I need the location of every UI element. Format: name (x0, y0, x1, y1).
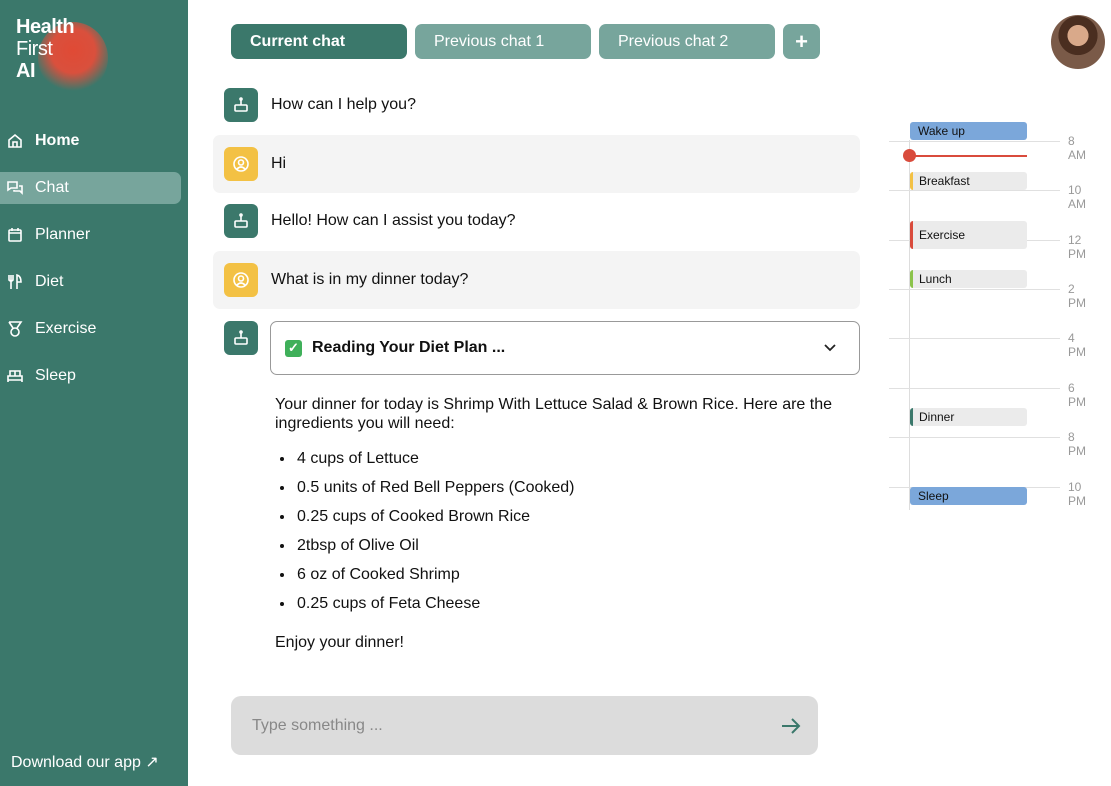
current-time-dot (903, 149, 916, 162)
logo-line-2: First (16, 38, 53, 60)
schedule-event-breakfast[interactable]: Breakfast (910, 172, 1027, 190)
sidebar-item-label: Sleep (35, 367, 76, 384)
list-item: 2tbsp of Olive Oil (295, 536, 835, 555)
chat-tabs: Current chat Previous chat 1 Previous ch… (231, 24, 820, 59)
current-time-line (910, 155, 1027, 157)
schedule-event-exercise[interactable]: Exercise (910, 221, 1027, 249)
bot-message: How can I help you? (213, 88, 860, 122)
bot-icon (224, 88, 258, 122)
answer-outro: Enjoy your dinner! (275, 634, 404, 651)
medal-icon (8, 321, 23, 337)
schedule-event-sleep[interactable]: Sleep (910, 487, 1027, 505)
timeline-axis (909, 140, 910, 510)
sidebar-item-diet[interactable]: Diet (0, 266, 181, 298)
chat-icon (7, 181, 23, 195)
hour-gridline (889, 141, 1060, 142)
hour-label: 12 PM (1068, 233, 1086, 261)
list-item: 0.25 cups of Feta Cheese (295, 594, 835, 613)
message-text: What is in my dinner today? (271, 271, 469, 288)
chevron-down-icon (824, 344, 836, 352)
send-arrow-icon[interactable] (780, 715, 802, 737)
tab-previous-chat-2[interactable]: Previous chat 2 (599, 24, 775, 59)
logo-line-3: AI (16, 60, 36, 82)
hour-label: 4 PM (1068, 331, 1086, 359)
hour-gridline (889, 388, 1060, 389)
logo-line-1: Health (16, 16, 75, 38)
tab-current-chat[interactable]: Current chat (231, 24, 407, 59)
schedule-event-dinner[interactable]: Dinner (910, 408, 1027, 426)
hour-gridline (889, 437, 1060, 438)
tool-status-dropdown[interactable]: ✓ Reading Your Diet Plan ... (270, 321, 860, 375)
user-message: What is in my dinner today? (213, 251, 860, 309)
utensils-icon (8, 274, 22, 289)
download-app-link[interactable]: Download our app ↗ (11, 752, 159, 772)
message-text: Hello! How can I assist you today? (271, 212, 516, 229)
bot-icon (224, 204, 258, 238)
bot-message: Hello! How can I assist you today? (213, 204, 860, 238)
bot-answer: Your dinner for today is Shrimp With Let… (275, 395, 835, 652)
sidebar-item-label: Exercise (35, 320, 97, 337)
bed-icon (7, 370, 23, 382)
user-icon (224, 147, 258, 181)
new-chat-button[interactable]: + (783, 24, 820, 59)
user-avatar[interactable] (1051, 15, 1105, 69)
tool-status-text: Reading Your Diet Plan ... (312, 339, 506, 356)
schedule-event-lunch[interactable]: Lunch (910, 270, 1027, 288)
bot-icon (224, 321, 258, 355)
sidebar-item-label: Planner (35, 226, 91, 243)
sidebar-item-label: Home (35, 132, 80, 149)
hour-label: 8 AM (1068, 134, 1086, 162)
message-text: How can I help you? (271, 96, 416, 113)
user-message: Hi (213, 135, 860, 193)
sidebar-item-sleep[interactable]: Sleep (0, 360, 181, 392)
ingredient-list: 4 cups of Lettuce 0.5 units of Red Bell … (295, 449, 835, 613)
tab-previous-chat-1[interactable]: Previous chat 1 (415, 24, 591, 59)
check-icon: ✓ (285, 339, 302, 357)
bot-message (213, 321, 263, 355)
sidebar-item-chat[interactable]: Chat (0, 172, 181, 204)
input-placeholder: Type something ... (252, 716, 383, 734)
sidebar-item-label: Diet (35, 273, 64, 290)
sidebar-item-exercise[interactable]: Exercise (0, 313, 181, 345)
list-item: 6 oz of Cooked Shrimp (295, 565, 835, 584)
schedule-event-wake-up[interactable]: Wake up (910, 122, 1027, 140)
list-item: 4 cups of Lettuce (295, 449, 835, 468)
answer-intro: Your dinner for today is Shrimp With Let… (275, 396, 833, 432)
sidebar-nav: Home Chat Planner Diet Exercise Sleep (0, 125, 188, 407)
hour-gridline (889, 289, 1060, 290)
message-input[interactable]: Type something ... (231, 696, 818, 755)
sidebar-item-planner[interactable]: Planner (0, 219, 181, 251)
sidebar: Health First AI Home Chat Planner Diet E… (0, 0, 188, 786)
hour-label: 8 PM (1068, 430, 1086, 458)
logo: Health First AI (16, 16, 108, 94)
hour-gridline (889, 338, 1060, 339)
hour-label: 10 PM (1068, 480, 1086, 508)
hour-gridline (889, 190, 1060, 191)
message-text: Hi (271, 155, 287, 172)
list-item: 0.5 units of Red Bell Peppers (Cooked) (295, 478, 835, 497)
sidebar-item-home[interactable]: Home (0, 125, 181, 157)
user-icon (224, 263, 258, 297)
calendar-icon (8, 228, 22, 242)
hour-label: 10 AM (1068, 183, 1086, 211)
list-item: 0.25 cups of Cooked Brown Rice (295, 507, 835, 526)
hour-label: 2 PM (1068, 282, 1086, 310)
hour-label: 6 PM (1068, 381, 1086, 409)
sidebar-item-label: Chat (35, 179, 69, 196)
home-icon (8, 133, 22, 148)
